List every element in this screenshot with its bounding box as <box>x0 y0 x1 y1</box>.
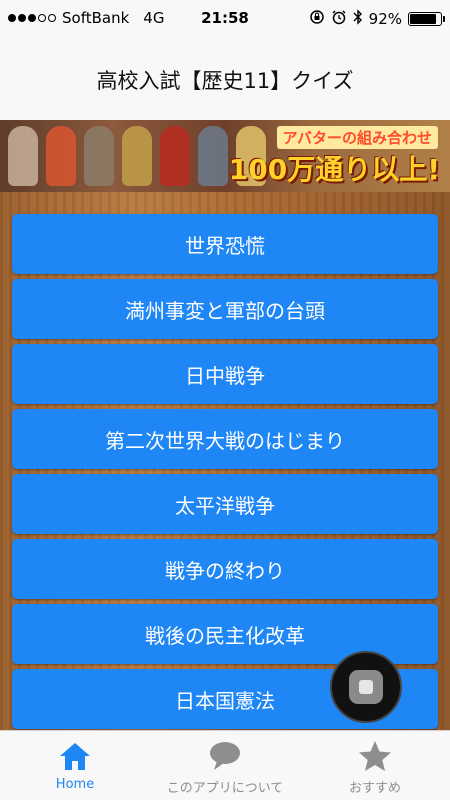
tab-about-app[interactable]: このアプリについて <box>150 731 300 800</box>
tab-bar: Home このアプリについて おすすめ <box>0 730 450 800</box>
topic-button-pacific-war[interactable]: 太平洋戦争 <box>12 474 438 534</box>
ad-banner[interactable]: アバターの組み合わせ 100万通り以上! <box>0 120 450 192</box>
topic-button-manchurian-incident[interactable]: 満州事変と軍部の台頭 <box>12 279 438 339</box>
star-icon <box>357 739 393 773</box>
banner-character-image <box>8 126 38 186</box>
navigation-bar: 高校入試【歴史11】クイズ <box>0 40 450 120</box>
banner-tagline: アバターの組み合わせ <box>276 126 438 149</box>
tab-home-label: Home <box>55 777 95 792</box>
battery-fill <box>410 14 436 24</box>
speech-bubble-icon <box>207 739 243 773</box>
tab-about-app-label: このアプリについて <box>166 781 284 796</box>
battery-percent: 92% <box>368 10 402 28</box>
topic-list: 世界恐慌 満州事変と軍部の台頭 日中戦争 第二次世界大戦のはじまり 太平洋戦争 … <box>0 192 450 730</box>
lock-rotation-icon <box>309 9 325 29</box>
battery-icon <box>408 12 445 26</box>
bluetooth-icon <box>353 9 363 29</box>
assistive-touch-core <box>359 680 373 694</box>
page-title: 高校入試【歴史11】クイズ <box>96 69 354 93</box>
banner-character-image <box>84 126 114 186</box>
alarm-icon <box>331 9 347 29</box>
banner-character-image <box>160 126 190 186</box>
banner-character-image <box>46 126 76 186</box>
banner-character-image <box>122 126 152 186</box>
assistive-touch-icon <box>349 670 383 704</box>
topic-button-ww2-beginning[interactable]: 第二次世界大戦のはじまり <box>12 409 438 469</box>
topic-button-world-depression[interactable]: 世界恐慌 <box>12 214 438 274</box>
banner-characters <box>8 126 266 186</box>
banner-headline: 100万通り以上! <box>228 153 440 186</box>
topic-button-sino-japanese-war[interactable]: 日中戦争 <box>12 344 438 404</box>
home-icon <box>57 739 93 773</box>
banner-character-image <box>198 126 228 186</box>
status-bar: SoftBank 4G 21:58 92% <box>0 0 450 40</box>
tab-home[interactable]: Home <box>0 731 150 800</box>
status-right: 92% <box>309 9 445 29</box>
assistive-touch-button[interactable] <box>330 651 402 723</box>
tab-recommended[interactable]: おすすめ <box>300 731 450 800</box>
topic-button-war-end[interactable]: 戦争の終わり <box>12 539 438 599</box>
tab-recommended-label: おすすめ <box>348 781 401 796</box>
